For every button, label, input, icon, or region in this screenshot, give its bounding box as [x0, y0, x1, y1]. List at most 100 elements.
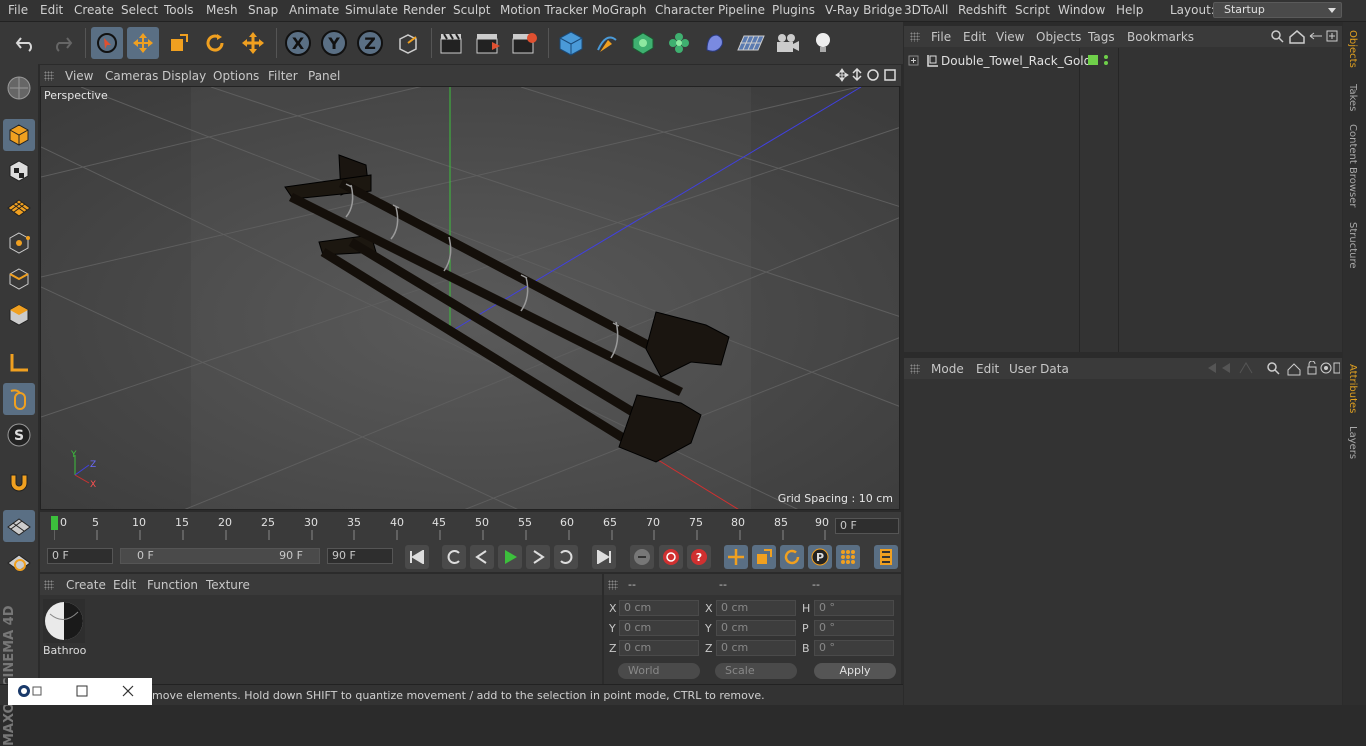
rotate-tool-button[interactable] [199, 27, 231, 59]
menu-help[interactable]: Help [1116, 3, 1143, 17]
x-axis-lock-button[interactable]: X [282, 27, 314, 59]
menu-snap[interactable]: Snap [248, 3, 278, 17]
enable-axis-button[interactable] [3, 347, 35, 379]
apply-button[interactable]: Apply [814, 663, 896, 679]
position-x-field[interactable]: 0 cm [619, 600, 699, 616]
timeline-window-button[interactable] [874, 545, 898, 569]
menu-tools[interactable]: Tools [164, 3, 194, 17]
current-frame-field[interactable]: 0 F [835, 518, 899, 534]
previous-key-button[interactable] [442, 545, 466, 569]
z-axis-lock-button[interactable]: Z [354, 27, 386, 59]
attribute-menu-edit[interactable]: Edit [976, 362, 999, 376]
object-toolbar-icons[interactable] [1270, 29, 1340, 44]
auto-keying-button[interactable] [659, 545, 683, 569]
playhead[interactable] [51, 516, 58, 530]
menu-animate[interactable]: Animate [289, 3, 339, 17]
frame-range-slider[interactable]: 0 F 90 F [120, 548, 320, 564]
rotation-p-field[interactable]: 0 ° [814, 620, 894, 636]
menu-edit[interactable]: Edit [40, 3, 63, 17]
key-rotation-button[interactable] [780, 545, 804, 569]
polygons-mode-button[interactable] [3, 299, 35, 331]
menu-plugins[interactable]: Plugins [772, 3, 815, 17]
tab-takes[interactable]: Takes [1347, 84, 1358, 111]
subdivision-button[interactable] [627, 27, 659, 59]
scale-dropdown[interactable]: Scale [715, 663, 797, 679]
scale-tool-button[interactable] [163, 27, 195, 59]
next-frame-button[interactable] [526, 545, 550, 569]
viewport-camera-label[interactable]: Perspective [44, 89, 108, 102]
app-icon[interactable] [16, 683, 44, 699]
menu-script[interactable]: Script [1015, 3, 1050, 17]
menu-select[interactable]: Select [121, 3, 158, 17]
menu-mograph[interactable]: MoGraph [592, 3, 647, 17]
viewport-nav-icons[interactable] [835, 68, 897, 83]
texture-mode-button[interactable] [3, 155, 35, 187]
y-axis-lock-button[interactable]: Y [318, 27, 350, 59]
object-menu-tags[interactable]: Tags [1088, 30, 1115, 44]
viewport-menu-view[interactable]: View [65, 69, 93, 83]
play-button[interactable] [498, 545, 522, 569]
deformer-button[interactable] [699, 27, 731, 59]
3d-viewport[interactable]: Perspective Y Z X Grid Spacing : 10 cm [40, 86, 900, 510]
menu-create[interactable]: Create [74, 3, 114, 17]
coordinate-system-button[interactable] [392, 27, 424, 59]
menu-redshift[interactable]: Redshift [958, 3, 1007, 17]
tab-structure[interactable]: Structure [1347, 222, 1358, 269]
keyframe-selection-button[interactable]: ? [687, 545, 711, 569]
menu-pipeline[interactable]: Pipeline [718, 3, 765, 17]
material-item[interactable]: Bathroo [42, 598, 86, 658]
move-tool-button[interactable] [127, 27, 159, 59]
size-z-field[interactable]: 0 cm [716, 640, 796, 656]
tab-content-browser[interactable]: Content Browser [1347, 124, 1358, 207]
key-position-button[interactable] [724, 545, 748, 569]
camera-button[interactable] [771, 27, 803, 59]
object-menu-objects[interactable]: Objects [1036, 30, 1081, 44]
menu-vray-bridge[interactable]: V-Ray Bridge [825, 3, 902, 17]
workplane-mode-button[interactable] [3, 191, 35, 223]
object-menu-edit[interactable]: Edit [963, 30, 986, 44]
menu-3dtoall[interactable]: 3DToAll [904, 3, 948, 17]
render-view-button[interactable] [436, 27, 468, 59]
menu-simulate[interactable]: Simulate [345, 3, 398, 17]
redo-button[interactable] [46, 27, 78, 59]
close-icon[interactable] [122, 685, 134, 697]
menu-file[interactable]: File [8, 3, 28, 17]
workplane-lock-button[interactable] [3, 510, 35, 542]
render-to-picture-viewer-button[interactable] [472, 27, 504, 59]
edges-mode-button[interactable] [3, 263, 35, 295]
recent-tool-button[interactable] [237, 27, 269, 59]
expand-icon[interactable] [908, 54, 940, 68]
key-scale-button[interactable] [752, 545, 776, 569]
tab-layers[interactable]: Layers [1347, 426, 1358, 459]
visibility-dots-icon[interactable] [1088, 54, 1110, 68]
pen-button[interactable] [591, 27, 623, 59]
viewport-menu-panel[interactable]: Panel [308, 69, 340, 83]
solo-button[interactable]: S [3, 419, 35, 451]
object-menu-view[interactable]: View [996, 30, 1024, 44]
snap-button[interactable] [3, 466, 35, 498]
render-settings-button[interactable] [508, 27, 540, 59]
end-frame-field[interactable]: 90 F [327, 548, 393, 564]
go-to-start-button[interactable] [405, 545, 429, 569]
record-keys-button[interactable] [630, 545, 654, 569]
planar-workplane-button[interactable] [3, 546, 35, 578]
material-menu-function[interactable]: Function [147, 578, 198, 592]
cube-button[interactable] [555, 27, 587, 59]
previous-frame-button[interactable] [470, 545, 494, 569]
viewport-menu-options[interactable]: Options [213, 69, 259, 83]
menu-sculpt[interactable]: Sculpt [453, 3, 490, 17]
world-dropdown[interactable]: World [618, 663, 700, 679]
floor-button[interactable] [735, 27, 767, 59]
size-y-field[interactable]: 0 cm [716, 620, 796, 636]
undo-button[interactable] [10, 27, 42, 59]
menu-mesh[interactable]: Mesh [206, 3, 238, 17]
material-menu-edit[interactable]: Edit [113, 578, 136, 592]
rotation-b-field[interactable]: 0 ° [814, 640, 894, 656]
go-to-end-button[interactable] [592, 545, 616, 569]
object-name[interactable]: Double_Towel_Rack_Gold [941, 54, 1091, 68]
maximize-icon[interactable] [76, 685, 88, 697]
live-selection-button[interactable] [91, 27, 123, 59]
model-mode-button[interactable] [3, 119, 35, 151]
make-editable-button[interactable] [3, 72, 35, 104]
tab-objects[interactable]: Objects [1347, 30, 1358, 68]
